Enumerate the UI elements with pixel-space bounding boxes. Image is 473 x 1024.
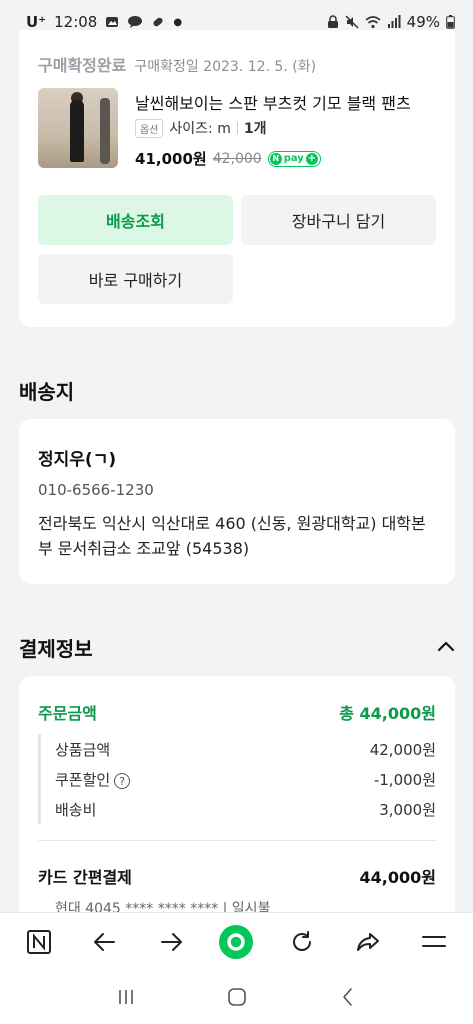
payment-card: 주문금액 총 44,000원 상품금액 42,000원 쿠폰할인? -1,000…: [19, 676, 455, 936]
signal-icon: [387, 15, 401, 28]
battery-icon: [446, 15, 455, 29]
help-icon[interactable]: ?: [114, 773, 131, 789]
share-icon: [357, 932, 380, 951]
arrow-right-icon: [160, 932, 182, 951]
recent-apps-icon[interactable]: [115, 986, 137, 1008]
add-to-cart-button[interactable]: 장바구니 담기: [241, 195, 436, 245]
npay-label: pay: [283, 153, 304, 164]
product-thumbnail[interactable]: [38, 88, 118, 168]
breakdown-value: 3,000원: [379, 800, 436, 819]
breakdown-value: 42,000원: [369, 740, 436, 759]
order-amount-total: 총 44,000원: [339, 704, 436, 723]
home-icon[interactable]: [226, 986, 248, 1008]
wifi-icon: [365, 16, 381, 29]
npay-n-icon: N: [269, 152, 282, 165]
option-row: 옵션 사이즈: m 1개: [135, 118, 266, 138]
chevron-up-icon[interactable]: [436, 636, 456, 656]
forward-button[interactable]: [151, 922, 191, 962]
order-status-row: 구매확정완료 구매확정일 2023. 12. 5. (화): [38, 52, 316, 76]
hamburger-icon: [421, 935, 446, 947]
naver-home-button[interactable]: [19, 922, 59, 962]
payment-method-label: 카드 간편결제: [38, 868, 132, 887]
pill-icon: [153, 17, 163, 27]
coupon-label-wrap: 쿠폰할인?: [55, 769, 131, 790]
order-status-text: 구매확정완료: [38, 56, 127, 75]
confirm-date: 구매확정일 2023. 12. 5. (화): [134, 59, 317, 75]
recipient-name: 정지우(ㄱ): [38, 450, 117, 470]
npay-plus-badge: N pay +: [267, 150, 321, 167]
track-delivery-button[interactable]: 배송조회: [38, 195, 233, 245]
breakdown-label: 상품금액: [55, 740, 111, 759]
breakdown-label: 배송비: [55, 800, 97, 819]
green-dot-icon: [219, 924, 254, 959]
back-nav-icon[interactable]: [337, 986, 359, 1008]
talk-icon: [128, 16, 143, 28]
breakdown-row: 쿠폰할인? -1,000원: [41, 764, 436, 794]
green-dot-button[interactable]: [216, 922, 256, 962]
browser-toolbar: [0, 912, 473, 970]
product-name[interactable]: 날씬해보이는 스판 부츠컷 기모 블랙 팬츠: [135, 90, 411, 114]
plus-icon: +: [305, 152, 318, 165]
lock-icon: [327, 15, 338, 28]
shipping-section-title: 배송지: [19, 380, 75, 404]
refresh-button[interactable]: [282, 922, 322, 962]
image-icon: [106, 17, 119, 27]
dot-icon: ●: [173, 16, 183, 28]
order-amount-label: 주문금액: [38, 704, 97, 723]
sale-price: 41,000원: [135, 150, 207, 168]
menu-button[interactable]: [414, 922, 454, 962]
amount-breakdown: 상품금액 42,000원 쿠폰할인? -1,000원 배송비 3,000원: [38, 734, 436, 824]
arrow-left-icon: [93, 932, 115, 951]
divider: [38, 840, 436, 841]
option-text: 사이즈: m: [169, 121, 231, 137]
status-time: 12:08: [54, 13, 98, 31]
original-price: 42,000: [212, 150, 262, 167]
recipient-phone: 010-6566-1230: [38, 481, 154, 499]
breakdown-row: 배송비 3,000원: [41, 794, 436, 824]
shipping-card: 정지우(ㄱ) 010-6566-1230 전라북도 익산시 익산대로 460 (…: [19, 419, 455, 584]
option-badge: 옵션: [135, 118, 164, 138]
order-card: 구매확정완료 구매확정일 2023. 12. 5. (화) 날씬해보이는 스판 …: [19, 30, 455, 327]
breakdown-value: -1,000원: [373, 770, 436, 789]
shipping-address: 전라북도 익산시 익산대로 460 (신동, 원광대학교) 대학본부 문서취급소…: [38, 514, 426, 558]
system-nav-bar: [0, 970, 473, 1024]
mute-icon: [345, 15, 359, 29]
breakdown-label: 쿠폰할인: [55, 770, 111, 789]
order-amount-row: 주문금액 총 44,000원: [38, 700, 436, 724]
quantity-text: 1개: [243, 121, 267, 137]
carrier-label: U⁺: [26, 13, 47, 31]
back-button[interactable]: [85, 922, 125, 962]
buy-now-button[interactable]: 바로 구매하기: [38, 254, 233, 304]
payment-section-title: 결제정보: [19, 637, 93, 661]
refresh-icon: [293, 930, 312, 951]
price-row: 41,000원 42,000 N pay +: [135, 148, 321, 169]
payment-method-row: 카드 간편결제 44,000원: [38, 864, 436, 888]
breakdown-row: 상품금액 42,000원: [41, 734, 436, 764]
battery-label: 49%: [406, 13, 440, 31]
share-button[interactable]: [348, 922, 388, 962]
naver-n-icon: [26, 929, 51, 954]
option-divider: [236, 122, 238, 134]
payment-method-amount: 44,000원: [359, 868, 436, 887]
